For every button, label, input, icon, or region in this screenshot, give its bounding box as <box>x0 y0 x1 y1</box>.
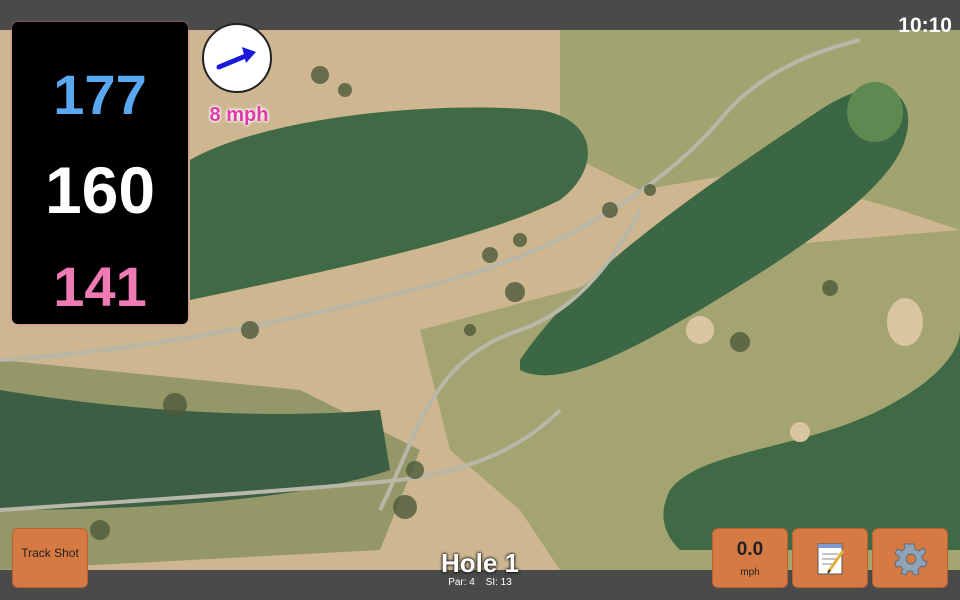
track-shot-label: Track Shot <box>21 546 79 560</box>
wind-indicator <box>202 23 272 93</box>
wind-arrow-icon <box>216 47 256 70</box>
speed-value: 0.0 <box>736 539 764 560</box>
hole-par: Par: 4 <box>448 577 475 588</box>
front-distance: 141 <box>53 255 147 318</box>
hole-info: Par: 4 SI: 13 <box>380 577 580 588</box>
hole-stroke-index: SI: 13 <box>485 577 512 588</box>
settings-button[interactable] <box>872 528 948 588</box>
back-distance: 177 <box>53 63 147 126</box>
hole-title: Hole 1 <box>440 548 520 578</box>
gear-icon <box>894 543 928 576</box>
notes-button[interactable] <box>792 528 868 588</box>
center-distance: 160 <box>44 153 156 227</box>
notepad-icon <box>817 543 845 575</box>
speed-unit: mph <box>740 567 760 578</box>
speed-button[interactable]: 0.0 mph <box>712 528 788 588</box>
track-shot-button[interactable]: Track Shot <box>12 528 88 588</box>
clock-time: 10:10 <box>898 14 952 37</box>
wind-speed-label: 8 mph <box>209 104 269 126</box>
distance-panel: 177 160 141 <box>12 22 188 324</box>
